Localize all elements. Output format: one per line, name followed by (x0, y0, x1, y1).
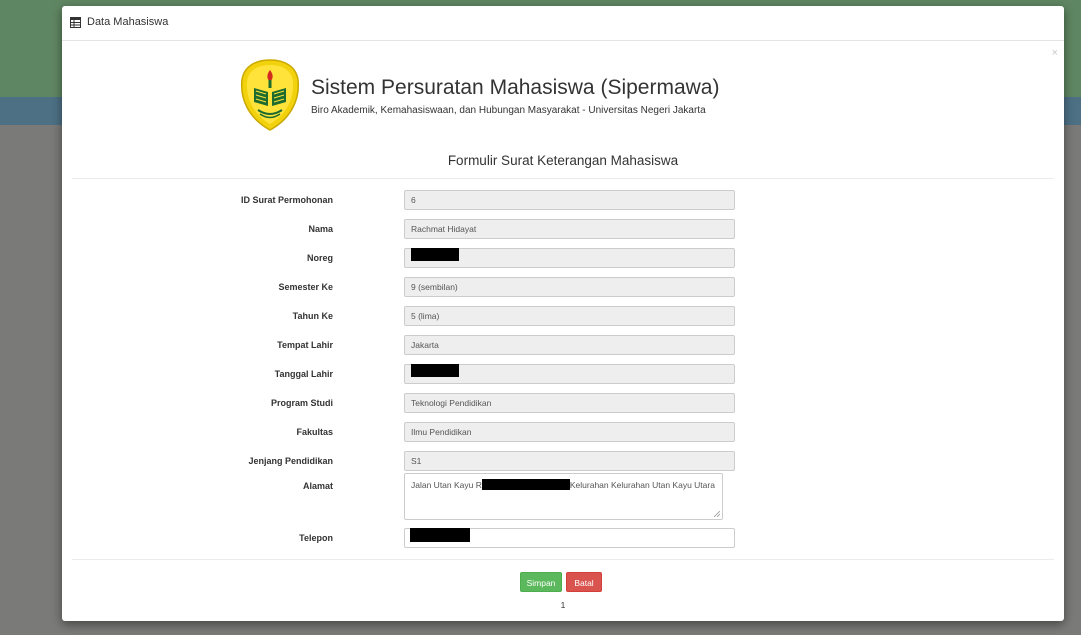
divider (72, 178, 1054, 179)
app-subtitle: Biro Akademik, Kemahasiswaan, dan Hubung… (311, 105, 706, 116)
form-row-tanggal: Tanggal Lahir (62, 364, 1064, 384)
data-mahasiswa-modal: Data Mahasiswa × Sistem Persuratan Mahas… (62, 6, 1064, 621)
field-label: Noreg (306, 253, 333, 263)
footer-divider (72, 559, 1054, 560)
close-icon[interactable]: × (1052, 47, 1058, 59)
university-logo (240, 59, 300, 131)
redaction-block (481, 479, 570, 490)
table-icon (70, 16, 81, 28)
id-surat-field[interactable]: 6 (404, 190, 735, 210)
modal-header: Data Mahasiswa (62, 6, 1064, 41)
page-number: 1 (560, 600, 566, 610)
field-label: Tahun Ke (292, 311, 333, 321)
field-label: Program Studi (270, 398, 333, 408)
resize-handle-icon[interactable] (714, 511, 720, 517)
redaction-block (410, 528, 470, 542)
field-label: Telepon (299, 533, 333, 543)
field-label: Fakultas (296, 427, 333, 437)
redaction-block (411, 248, 459, 261)
field-label: ID Surat Permohonan (240, 195, 333, 205)
form-row-semester: Semester Ke 9 (sembilan) (62, 277, 1064, 297)
field-label: Nama (308, 224, 333, 234)
field-label: Jenjang Pendidikan (248, 456, 333, 466)
tahun-field[interactable]: 5 (lima) (404, 306, 735, 326)
alamat-suffix: Kelurahan Kelurahan Utan Kayu Utara (569, 480, 715, 490)
form-row-prodi: Program Studi Teknologi Pendidikan (62, 393, 1064, 413)
cancel-button[interactable]: Batal (566, 572, 602, 592)
field-label: Semester Ke (278, 282, 333, 292)
form-row-tahun: Tahun Ke 5 (lima) (62, 306, 1064, 326)
form-row-jenjang: Jenjang Pendidikan S1 (62, 451, 1064, 471)
field-label: Tempat Lahir (277, 340, 333, 350)
form-row-noreg: Noreg (62, 248, 1064, 268)
tempat-lahir-field[interactable]: Jakarta (404, 335, 735, 355)
form-row-fakultas: Fakultas Ilmu Pendidikan (62, 422, 1064, 442)
alamat-textarea[interactable]: Jalan Utan Kayu R Kelurahan Kelurahan Uta… (404, 473, 723, 520)
nama-field[interactable]: Rachmat Hidayat (404, 219, 735, 239)
form-row-id: ID Surat Permohonan 6 (62, 190, 1064, 210)
program-studi-field[interactable]: Teknologi Pendidikan (404, 393, 735, 413)
semester-field[interactable]: 9 (sembilan) (404, 277, 735, 297)
jenjang-field[interactable]: S1 (404, 451, 735, 471)
field-label: Alamat (302, 481, 333, 491)
form-row-telepon: Telepon (62, 528, 1064, 548)
app-title: Sistem Persuratan Mahasiswa (Sipermawa) (311, 76, 720, 99)
fakultas-field[interactable]: Ilmu Pendidikan (404, 422, 735, 442)
modal-title-text: Data Mahasiswa (87, 16, 169, 28)
form-row-nama: Nama Rachmat Hidayat (62, 219, 1064, 239)
alamat-prefix: Jalan Utan Kayu R (411, 480, 482, 490)
save-button[interactable]: Simpan (520, 572, 562, 592)
modal-title: Data Mahasiswa (70, 16, 168, 28)
form-row-tempat: Tempat Lahir Jakarta (62, 335, 1064, 355)
field-label: Tanggal Lahir (274, 369, 333, 379)
alamat-text: Jalan Utan Kayu R Kelurahan Kelurahan Uta… (411, 479, 716, 490)
redaction-block (411, 364, 459, 377)
form-title: Formulir Surat Keterangan Mahasiswa (447, 153, 679, 168)
